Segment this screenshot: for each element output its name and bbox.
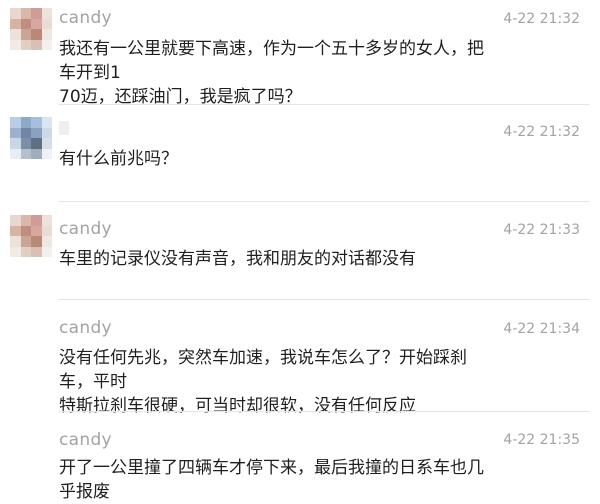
message-item: candy 4-22 21:35 开了一公里撞了四辆车才停下来，最后我撞的日系车…: [0, 412, 600, 502]
message-text: 有什么前兆吗？: [59, 149, 178, 169]
username[interactable]: candy: [59, 8, 112, 28]
message-item: candy 4-22 21:33 车里的记录仪没有声音，我和朋友的对话都没有: [0, 202, 600, 298]
avatar[interactable]: [10, 117, 52, 159]
message-text: 我还有一公里就要下高速，作为一个五十多岁的女人，把车开到1 70迈，还踩油门，我…: [59, 39, 484, 107]
username[interactable]: candy: [59, 318, 112, 338]
message-item: candy 4-22 21:34 没有任何先兆，突然车加速，我说车怎么了？开始踩…: [0, 300, 600, 416]
timestamp: 4-22 21:32: [503, 11, 580, 27]
timestamp: 4-22 21:35: [503, 432, 580, 448]
avatar[interactable]: [10, 8, 52, 50]
username[interactable]: candy: [59, 219, 112, 239]
message-text: 车里的记录仪没有声音，我和朋友的对话都没有: [59, 249, 416, 269]
avatar[interactable]: [10, 215, 52, 257]
message-item: 4-22 21:32 有什么前兆吗？: [0, 105, 600, 200]
message-item: candy 4-22 21:32 我还有一公里就要下高速，作为一个五十多岁的女人…: [0, 0, 600, 107]
message-thread: candy 4-22 21:32 我还有一公里就要下高速，作为一个五十多岁的女人…: [0, 0, 600, 502]
timestamp: 4-22 21:33: [503, 222, 580, 238]
username[interactable]: candy: [59, 430, 112, 450]
timestamp: 4-22 21:34: [503, 321, 580, 337]
timestamp: 4-22 21:32: [503, 124, 580, 140]
message-text: 开了一公里撞了四辆车才停下来，最后我撞的日系车也几乎报废: [59, 458, 484, 502]
message-text: 没有任何先兆，突然车加速，我说车怎么了？开始踩刹车，平时 特斯拉刹车很硬，可当时…: [59, 348, 467, 416]
username-redacted: [59, 121, 69, 135]
